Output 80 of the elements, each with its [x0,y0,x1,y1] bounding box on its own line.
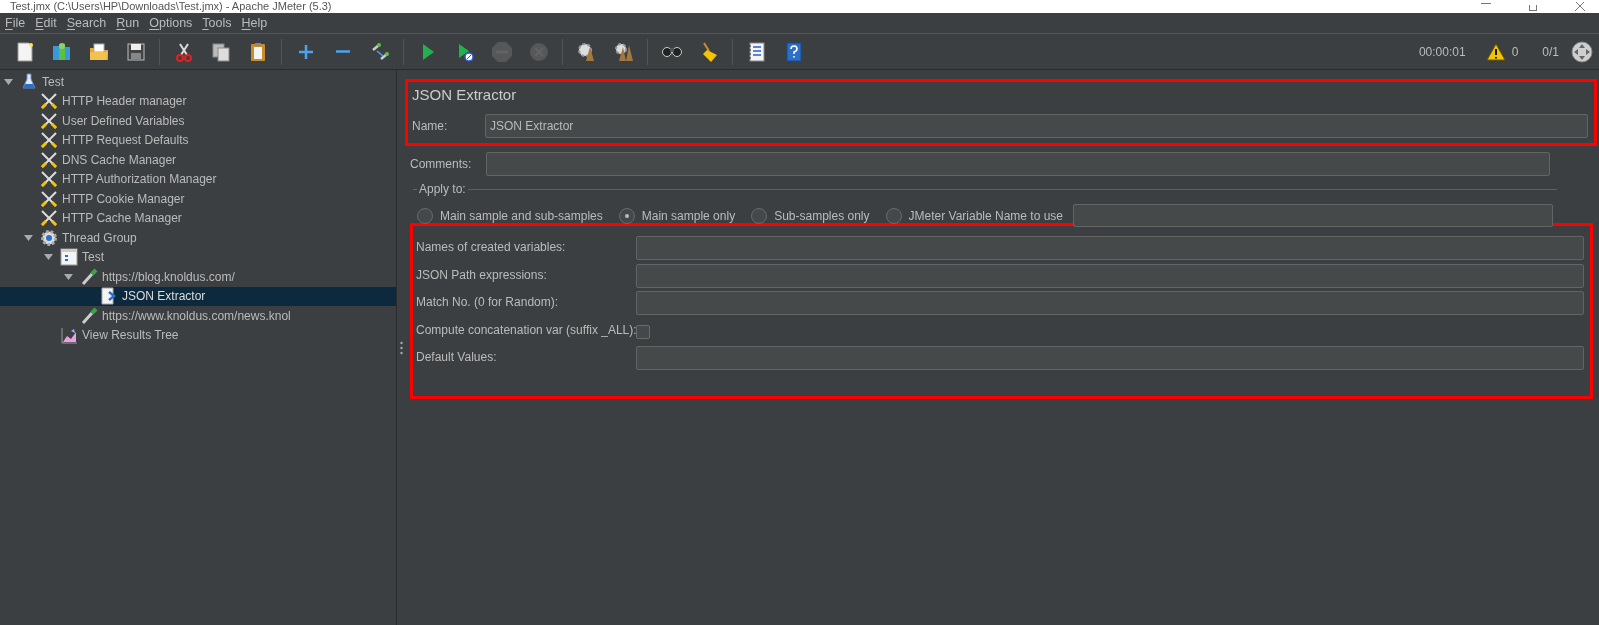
menu-item[interactable]: File [4,13,27,33]
menu-item[interactable]: Search [65,13,108,33]
stop-sign-icon [490,40,513,63]
tools-icon [40,111,58,130]
close-icon[interactable] [1575,2,1585,11]
cancel-circle-icon [527,40,550,63]
text-field[interactable] [636,291,1584,315]
tree-item[interactable]: Test [0,247,396,267]
text-field[interactable] [636,346,1584,370]
radio-button[interactable] [618,207,635,224]
pipette-icon [80,306,98,325]
tools-icon [40,150,58,169]
field-label: Compute concatenation var (suffix _ALL): [416,321,636,339]
warning-icon[interactable] [1485,42,1506,61]
tree-item[interactable]: https://www.knoldus.com/news.knol [0,306,396,326]
tree-item[interactable]: HTTP Request Defaults [0,130,396,150]
tools-icon [40,92,58,111]
tree-item[interactable]: View Results Tree [0,325,396,345]
splitter-handle-icon[interactable] [399,340,403,355]
editor-title: JSON Extractor [412,85,518,105]
field-label: Default Values: [416,349,498,366]
expand-arrow-icon[interactable] [44,254,53,261]
expand-arrow-icon[interactable] [4,78,13,85]
pipette-icon [80,267,98,286]
binoculars-icon [661,46,682,57]
radio-button[interactable] [751,207,768,224]
document-arrow-icon [100,287,118,306]
tree-item[interactable]: User Defined Variables [0,111,396,131]
warning-count: 0 [1511,43,1519,61]
tree-item[interactable]: Test [0,72,396,92]
tools-icon [40,189,58,208]
remote-icon[interactable] [1571,40,1593,63]
tree-item[interactable]: DNS Cache Manager [0,150,396,170]
radio-option[interactable]: Main sample and sub-samples [417,206,603,225]
radio-option[interactable]: JMeter Variable Name to use [885,206,1064,225]
radio-button[interactable] [885,207,902,224]
tools-icon [40,209,58,228]
menu-item[interactable]: Tools [201,13,233,33]
apply-to-label: Apply to: [418,181,467,198]
comments-label: Comments: [410,156,473,173]
field-label: Match No. (0 for Random): [416,294,560,311]
name-field[interactable]: JSON Extractor [485,114,1588,138]
restore-icon[interactable] [1529,5,1537,11]
checkbox[interactable] [636,324,650,339]
menu-item[interactable]: Run [115,13,141,33]
tree-item[interactable]: HTTP Cookie Manager [0,189,396,209]
copy-icon [209,40,232,63]
field-label: JSON Path expressions: [416,266,548,284]
menu-item[interactable]: Options [148,13,194,33]
tree-item[interactable]: HTTP Header manager [0,91,396,111]
window-title: Test.jmx (C:\Users\HP\Downloads\Test.jmx) - Apache JMeter (5.3) [10,0,332,13]
minus-icon [335,50,350,53]
text-field[interactable] [636,236,1584,260]
elapsed-time: 00:00:01 [1418,43,1466,61]
window-icon [60,248,78,267]
tree-item[interactable]: https://blog.knoldus.com/ [0,267,396,287]
tools-icon [40,170,58,189]
text-field[interactable] [636,263,1584,288]
thread-count: 0/1 [1542,43,1559,61]
expand-arrow-icon[interactable] [64,273,73,280]
tree-item[interactable]: Thread Group [0,228,396,248]
comments-field[interactable] [486,152,1550,176]
radio-option[interactable]: Main sample only [618,206,736,225]
field-label: Names of created variables: [416,239,567,256]
menu-item[interactable]: Help [240,13,269,33]
books-icon [50,40,73,63]
radio-button[interactable] [417,207,433,224]
chart-icon [60,326,78,345]
menu-item[interactable]: Edit [34,13,58,33]
variable-name-field[interactable] [1073,204,1553,227]
tree-item[interactable]: HTTP Authorization Manager [0,169,396,189]
tree-item[interactable]: JSON Extractor [0,286,396,306]
name-label: Name: [412,118,449,135]
radio-option[interactable]: Sub-samples only [751,206,870,225]
tree-item[interactable]: HTTP Cache Manager [0,208,396,228]
expand-arrow-icon[interactable] [24,234,33,241]
flask-icon [20,72,38,91]
tools-icon [40,131,58,150]
folder-icon [87,40,110,63]
gear-icon [40,228,58,247]
